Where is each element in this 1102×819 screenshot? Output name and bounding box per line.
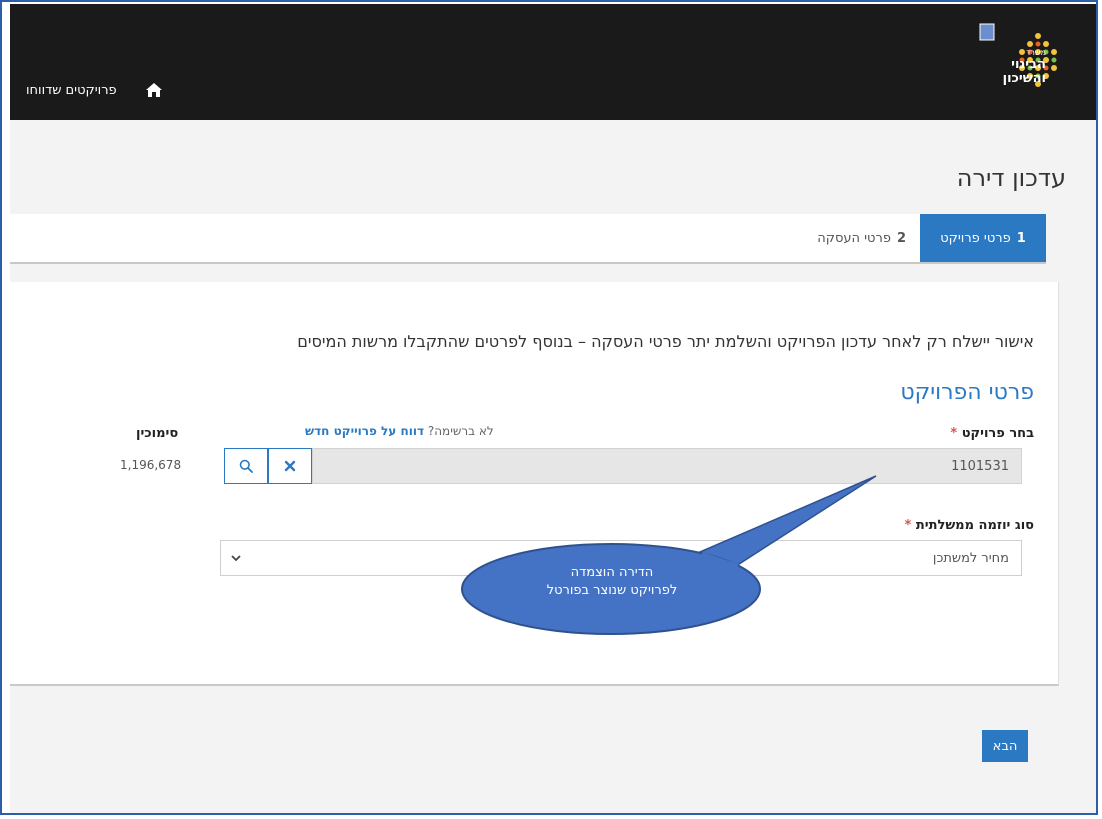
clear-icon xyxy=(284,460,296,472)
new-project-hint: לא ברשימה? דווח על פרוייקט חדש xyxy=(305,424,494,438)
top-nav: פרויקטים שדווחו xyxy=(26,82,163,98)
callout-line-1: הדירה הוצמדה xyxy=(570,565,654,580)
page-title: עדכון דירה xyxy=(956,164,1066,192)
tab-project-details[interactable]: 1 פרטי פרויקט xyxy=(920,214,1046,262)
search-icon xyxy=(239,459,253,473)
ministry-logo-text: משרד הבינוי והשיכון xyxy=(1003,48,1046,86)
logo-line-2: והשיכון xyxy=(1002,71,1046,86)
simucin-label: סימוכין xyxy=(136,426,179,441)
required-mark: * xyxy=(904,518,912,533)
clear-project-button[interactable] xyxy=(268,448,312,484)
wizard-tabs: 1 פרטי פרויקט 2 פרטי העסקה xyxy=(10,214,1046,264)
report-new-project-link[interactable]: דווח על פרוייקט חדש xyxy=(305,424,424,438)
tab-number: 1 xyxy=(1016,230,1026,246)
form-card: אישור יישלח רק לאחר עדכון הפרויקט והשלמת… xyxy=(10,282,1059,686)
initiative-label: סוג יוזמה ממשלתית * xyxy=(905,518,1034,533)
project-label-text: בחר פרויקט xyxy=(961,426,1034,441)
callout-text: הדירה הוצמדה לפרויקט שנוצר בפורטל xyxy=(462,564,762,600)
home-icon[interactable] xyxy=(145,82,163,98)
page: משרד הבינוי והשיכון פרויקטים שדווחו עדכו… xyxy=(10,4,1098,815)
tab-transaction-details[interactable]: 2 פרטי העסקה xyxy=(817,214,906,262)
tab-number: 2 xyxy=(896,230,906,246)
logo-line-1: הבינוי xyxy=(1011,57,1046,72)
top-bar: משרד הבינוי והשיכון פרויקטים שדווחו xyxy=(10,4,1098,120)
tab-label: פרטי העסקה xyxy=(817,230,891,246)
project-input[interactable] xyxy=(312,448,1022,484)
required-mark: * xyxy=(950,426,958,441)
next-button[interactable]: הבא xyxy=(982,730,1028,762)
simucin-value: 1,196,678 xyxy=(120,458,182,472)
reported-projects-link[interactable]: פרויקטים שדווחו xyxy=(26,83,117,98)
hint-prefix: לא ברשימה? xyxy=(427,424,494,438)
notice-text: אישור יישלח רק לאחר עדכון הפרויקט והשלמת… xyxy=(297,332,1034,351)
callout-line-2: לפרויקט שנוצר בפורטל xyxy=(546,583,678,598)
project-label: בחר פרויקט * xyxy=(950,426,1034,441)
search-project-button[interactable] xyxy=(224,448,268,484)
tab-label: פרטי פרויקט xyxy=(940,230,1011,246)
initiative-label-text: סוג יוזמה ממשלתית xyxy=(915,518,1034,533)
chevron-down-icon xyxy=(221,554,251,562)
section-title: פרטי הפרויקט xyxy=(900,380,1034,405)
